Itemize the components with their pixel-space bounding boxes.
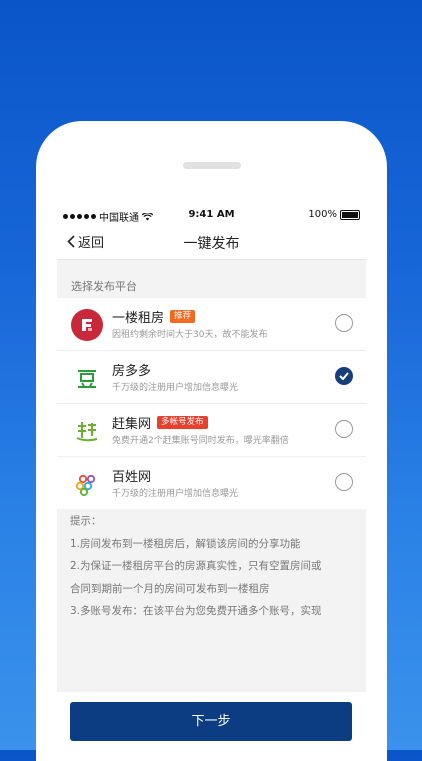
tips-line: 3.多账号发布：在该平台为您免费开通多个账号，实现 — [70, 605, 322, 617]
phone-speaker — [183, 162, 241, 169]
tips-line: 合同到期前一个月的房间可发布到一楼租房 — [70, 582, 270, 595]
platform-name: 房多多 — [112, 364, 152, 379]
radio-button[interactable] — [335, 314, 353, 332]
platform-row-fangduoduo[interactable]: 房多多 千万级的注册用户增加信息曝光 — [57, 351, 366, 404]
fangduoduo-logo-icon — [71, 362, 103, 394]
checkmark-icon — [339, 372, 349, 380]
baixing-logo-icon — [71, 468, 103, 500]
platform-name: 赶集网 多帐号发布 — [112, 413, 208, 432]
recommend-badge: 推荐 — [170, 310, 196, 323]
tips-title: 提示： — [70, 515, 102, 527]
next-button[interactable]: 下一步 — [70, 702, 352, 741]
platform-desc: 千万级的注册用户增加信息曝光 — [112, 383, 239, 393]
tips-line: 1.房间发布到一楼租房后，解锁该房间的分享功能 — [70, 537, 301, 550]
section-label: 选择发布平台 — [71, 280, 137, 293]
platform-list: 一楼租房 推荐 因租约剩余时间大于30天，故不能发布 房多多 千万级的注册用户增… — [57, 298, 366, 509]
battery-icon — [340, 209, 360, 220]
tips-section: 提示： 1.房间发布到一楼租房后，解锁该房间的分享功能 2.为保证一楼租房平台的… — [57, 510, 366, 700]
page-title: 一键发布 — [183, 236, 240, 252]
app-screen: 中国联通 9:41 AM 100% 返回 一键发布 选择发布平台 一楼租房 推荐… — [57, 205, 366, 761]
platform-name: 一楼租房 推荐 — [112, 307, 196, 326]
ganji-logo-icon — [71, 415, 103, 447]
platform-row-yilou[interactable]: 一楼租房 推荐 因租约剩余时间大于30天，故不能发布 — [57, 298, 366, 351]
platform-desc: 因租约剩余时间大于30天，故不能发布 — [112, 330, 268, 340]
radio-button[interactable] — [335, 420, 353, 438]
radio-button-checked[interactable] — [335, 367, 353, 385]
platform-name: 百姓网 — [112, 470, 152, 485]
status-bar: 中国联通 9:41 AM 100% — [57, 205, 366, 225]
platform-desc: 免费开通2个赶集账号同时发布，曝光率翻倍 — [112, 436, 289, 446]
multi-account-badge: 多帐号发布 — [157, 416, 208, 429]
battery-percent: 100% — [308, 209, 337, 220]
radio-button[interactable] — [335, 473, 353, 491]
platform-row-ganji[interactable]: 赶集网 多帐号发布 免费开通2个赶集账号同时发布，曝光率翻倍 — [57, 404, 366, 457]
platform-row-baixing[interactable]: 百姓网 千万级的注册用户增加信息曝光 — [57, 457, 366, 509]
bottom-bar: 下一步 — [57, 692, 366, 761]
nav-bar: 返回 一键发布 — [57, 225, 366, 260]
phone-frame: 中国联通 9:41 AM 100% 返回 一键发布 选择发布平台 一楼租房 推荐… — [36, 121, 387, 761]
platform-desc: 千万级的注册用户增加信息曝光 — [112, 489, 239, 499]
yilou-logo-icon — [71, 309, 103, 341]
tips-line: 2.为保证一楼租房平台的房源真实性，只有空置房间或 — [70, 560, 322, 572]
